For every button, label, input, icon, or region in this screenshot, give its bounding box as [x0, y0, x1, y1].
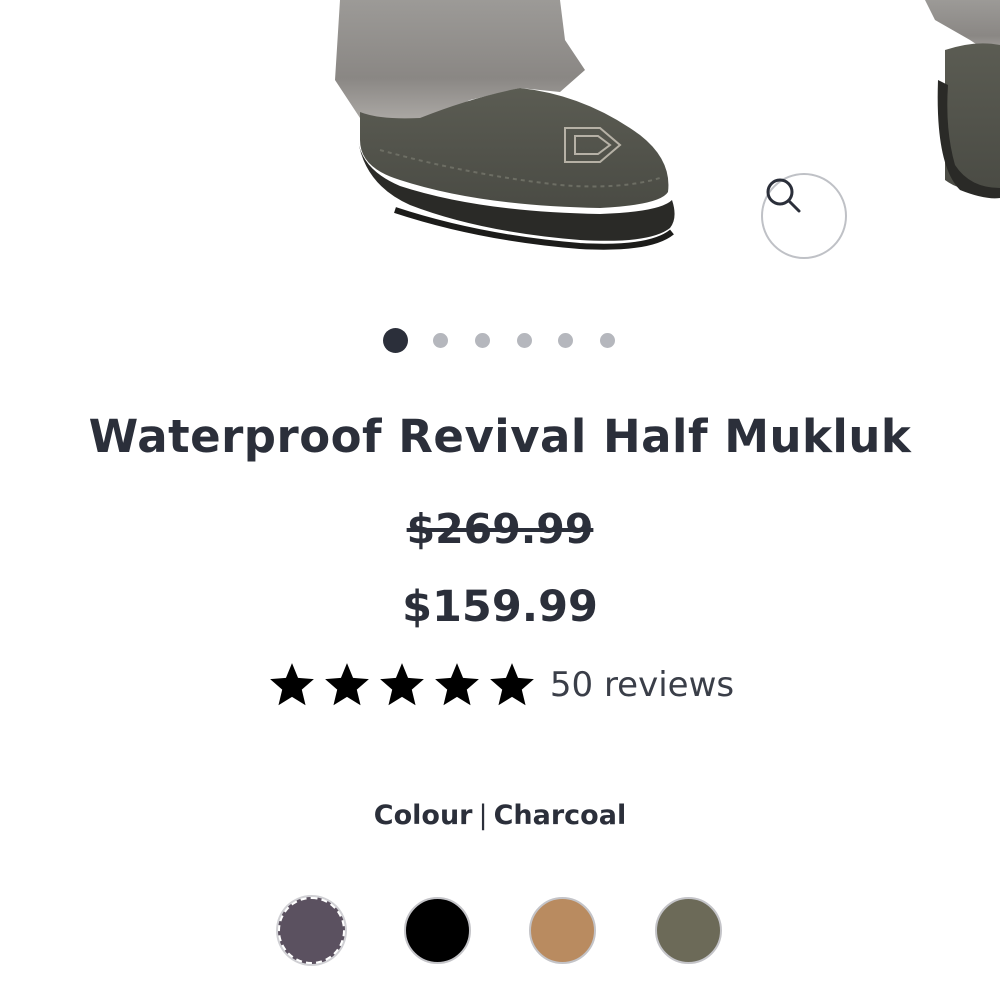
star-icon	[490, 663, 534, 706]
star-icon	[435, 663, 479, 706]
selected-colour-name: Charcoal	[493, 800, 627, 831]
colour-label: Colour	[373, 800, 473, 831]
reviews-link[interactable]: 50 reviews	[550, 665, 734, 705]
image-pager	[0, 328, 1000, 353]
pager-dot-1[interactable]	[383, 328, 408, 353]
pager-dot-4[interactable]	[517, 333, 532, 348]
pager-dot-2[interactable]	[433, 333, 448, 348]
product-image-gallery[interactable]	[0, 0, 1000, 300]
product-title: Waterproof Revival Half Mukluk	[88, 410, 912, 463]
pager-dot-6[interactable]	[600, 333, 615, 348]
product-image	[335, 0, 1000, 250]
product-page: Waterproof Revival Half Mukluk $269.99 $…	[0, 0, 1000, 1000]
colour-swatch-tan[interactable]	[529, 897, 596, 964]
zoom-button[interactable]	[761, 173, 847, 259]
pager-dot-5[interactable]	[558, 333, 573, 348]
original-price: $269.99	[406, 505, 594, 553]
star-icon	[325, 663, 369, 706]
star-icon	[270, 663, 314, 706]
star-rating	[266, 660, 538, 710]
pager-dot-3[interactable]	[475, 333, 490, 348]
colour-swatch-olive[interactable]	[655, 897, 722, 964]
star-icon	[380, 663, 424, 706]
search-icon	[766, 178, 801, 213]
rating-summary[interactable]: 50 reviews	[0, 660, 1000, 710]
sale-price: $159.99	[402, 582, 598, 632]
colour-separator: |	[478, 800, 488, 831]
colour-swatch-black[interactable]	[404, 897, 471, 964]
colour-selector-label: Colour | Charcoal	[0, 800, 1000, 831]
colour-swatch-charcoal[interactable]	[278, 897, 345, 964]
